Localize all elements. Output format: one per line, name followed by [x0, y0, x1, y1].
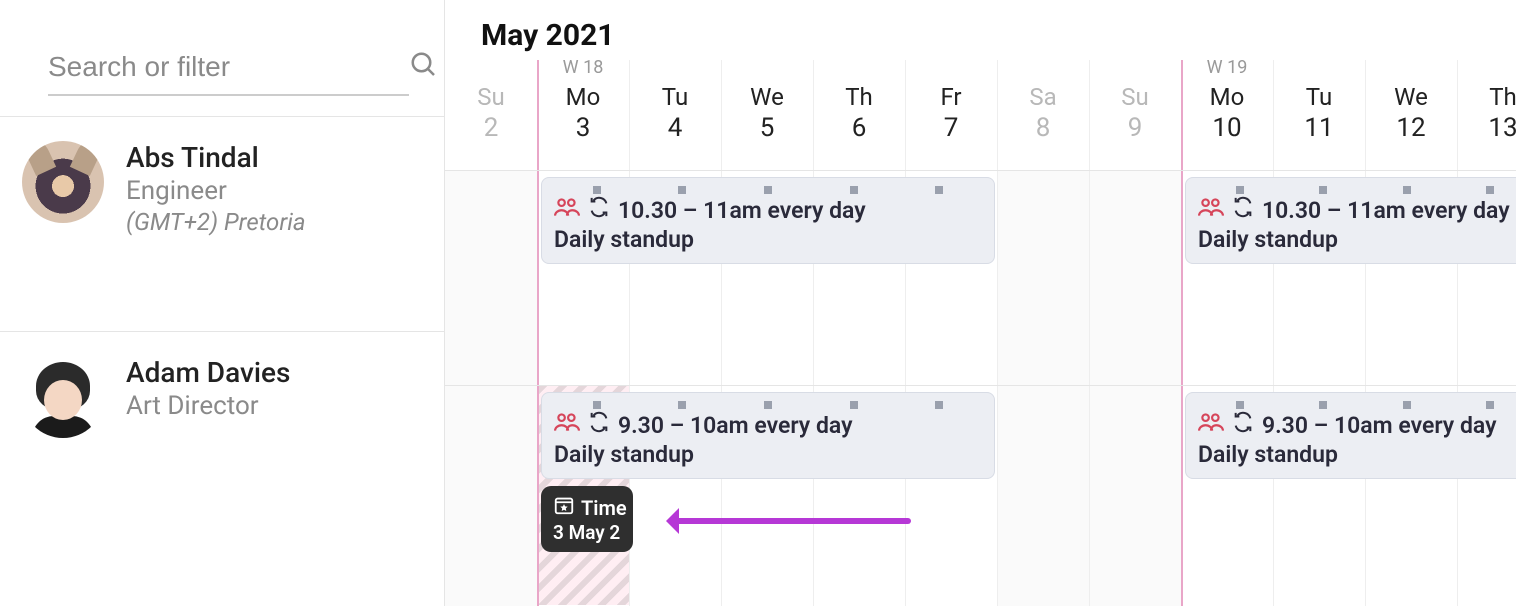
- day-column[interactable]: Sa8: [997, 53, 1089, 163]
- day-column[interactable]: Th6: [813, 53, 905, 163]
- calendar-star-icon: [553, 494, 575, 521]
- avatar: [22, 356, 104, 438]
- person-name: Adam Davies: [126, 356, 290, 389]
- day-number: 10: [1181, 113, 1273, 143]
- day-number: 7: [905, 113, 997, 143]
- timeline-header: Su2W 18Mo3Tu4We5Th6Fr7Sa8Su9W 19Mo10Tu11…: [445, 53, 1516, 163]
- person-name: Abs Tindal: [126, 141, 306, 174]
- day-number: 5: [721, 113, 813, 143]
- day-column[interactable]: Su9: [1089, 53, 1181, 163]
- day-column[interactable]: W 19 Mo10: [1181, 53, 1273, 163]
- people-icon: [1198, 411, 1224, 439]
- people-icon: [554, 411, 580, 439]
- person-timezone: (GMT+2) Pretoria: [126, 208, 306, 236]
- day-of-week: Su: [445, 83, 537, 111]
- day-column[interactable]: We12: [1365, 53, 1457, 163]
- day-number: 2: [445, 113, 537, 143]
- day-of-week: Fr: [905, 83, 997, 111]
- day-of-week: Th: [813, 83, 905, 111]
- people-icon: [554, 196, 580, 224]
- day-number: 4: [629, 113, 721, 143]
- event-tooltip[interactable]: Time 3 May 2: [541, 486, 633, 552]
- day-number: 11: [1273, 113, 1365, 143]
- sidebar: Abs Tindal Engineer (GMT+2) Pretoria Ada…: [0, 0, 445, 606]
- person-role: Art Director: [126, 391, 290, 421]
- repeat-icon: [1232, 411, 1254, 439]
- timeline[interactable]: May 2021 Su2W 18Mo3Tu4We5Th6Fr7Sa8Su9W 1…: [445, 0, 1516, 606]
- day-column[interactable]: W 18 Mo3: [537, 53, 629, 163]
- month-label: May 2021: [445, 0, 1516, 53]
- day-number: 9: [1089, 113, 1181, 143]
- day-of-week: Mo: [1181, 83, 1273, 111]
- annotation-arrow: [671, 518, 911, 524]
- avatar: [22, 141, 104, 223]
- day-column[interactable]: Tu4: [629, 53, 721, 163]
- person-role: Engineer: [126, 176, 306, 206]
- day-column[interactable]: Th13: [1457, 53, 1516, 163]
- person-row[interactable]: Abs Tindal Engineer (GMT+2) Pretoria: [0, 116, 444, 331]
- day-number: 8: [997, 113, 1089, 143]
- repeat-icon: [1232, 196, 1254, 224]
- event-card[interactable]: 10.30 – 11am every day Daily standup: [1185, 177, 1516, 264]
- tooltip-date: 3 May 2: [553, 521, 621, 544]
- search-input[interactable]: [48, 51, 409, 83]
- people-icon: [1198, 196, 1224, 224]
- event-title: Daily standup: [554, 441, 982, 468]
- day-number: 13: [1457, 113, 1516, 143]
- timeline-lane[interactable]: 9.30 – 10am every day Daily standup: [445, 385, 1516, 605]
- day-number: 3: [537, 113, 629, 143]
- day-of-week: Tu: [1273, 83, 1365, 111]
- week-label: W 18: [563, 57, 604, 78]
- event-time: 10.30 – 11am every day: [618, 197, 866, 224]
- event-title: Daily standup: [1198, 226, 1516, 253]
- day-of-week: Sa: [997, 83, 1089, 111]
- event-title: Daily standup: [554, 226, 982, 253]
- repeat-icon: [588, 196, 610, 224]
- day-column[interactable]: Fr7: [905, 53, 997, 163]
- day-of-week: Tu: [629, 83, 721, 111]
- day-of-week: Th: [1457, 83, 1516, 111]
- day-of-week: Su: [1089, 83, 1181, 111]
- day-column[interactable]: Su2: [445, 53, 537, 163]
- person-row[interactable]: Adam Davies Art Director: [0, 331, 444, 546]
- day-column[interactable]: Tu11: [1273, 53, 1365, 163]
- day-column[interactable]: We5: [721, 53, 813, 163]
- event-card[interactable]: 9.30 – 10am every day Daily standup: [541, 392, 995, 479]
- event-title: Daily standup: [1198, 441, 1516, 468]
- day-number: 12: [1365, 113, 1457, 143]
- event-time: 9.30 – 10am every day: [1262, 412, 1497, 439]
- day-of-week: We: [1365, 83, 1457, 111]
- search-field[interactable]: [48, 50, 409, 96]
- day-of-week: We: [721, 83, 813, 111]
- day-of-week: Mo: [537, 83, 629, 111]
- timeline-lane[interactable]: 10.30 – 11am every day Daily standup: [445, 170, 1516, 385]
- tooltip-title: Time: [581, 496, 627, 520]
- repeat-icon: [588, 411, 610, 439]
- event-time: 9.30 – 10am every day: [618, 412, 853, 439]
- event-time: 10.30 – 11am every day: [1262, 197, 1510, 224]
- week-label: W 19: [1207, 57, 1248, 78]
- event-card[interactable]: 9.30 – 10am every day Daily standup: [1185, 392, 1516, 479]
- event-card[interactable]: 10.30 – 11am every day Daily standup: [541, 177, 995, 264]
- search-icon: [409, 50, 439, 84]
- day-number: 6: [813, 113, 905, 143]
